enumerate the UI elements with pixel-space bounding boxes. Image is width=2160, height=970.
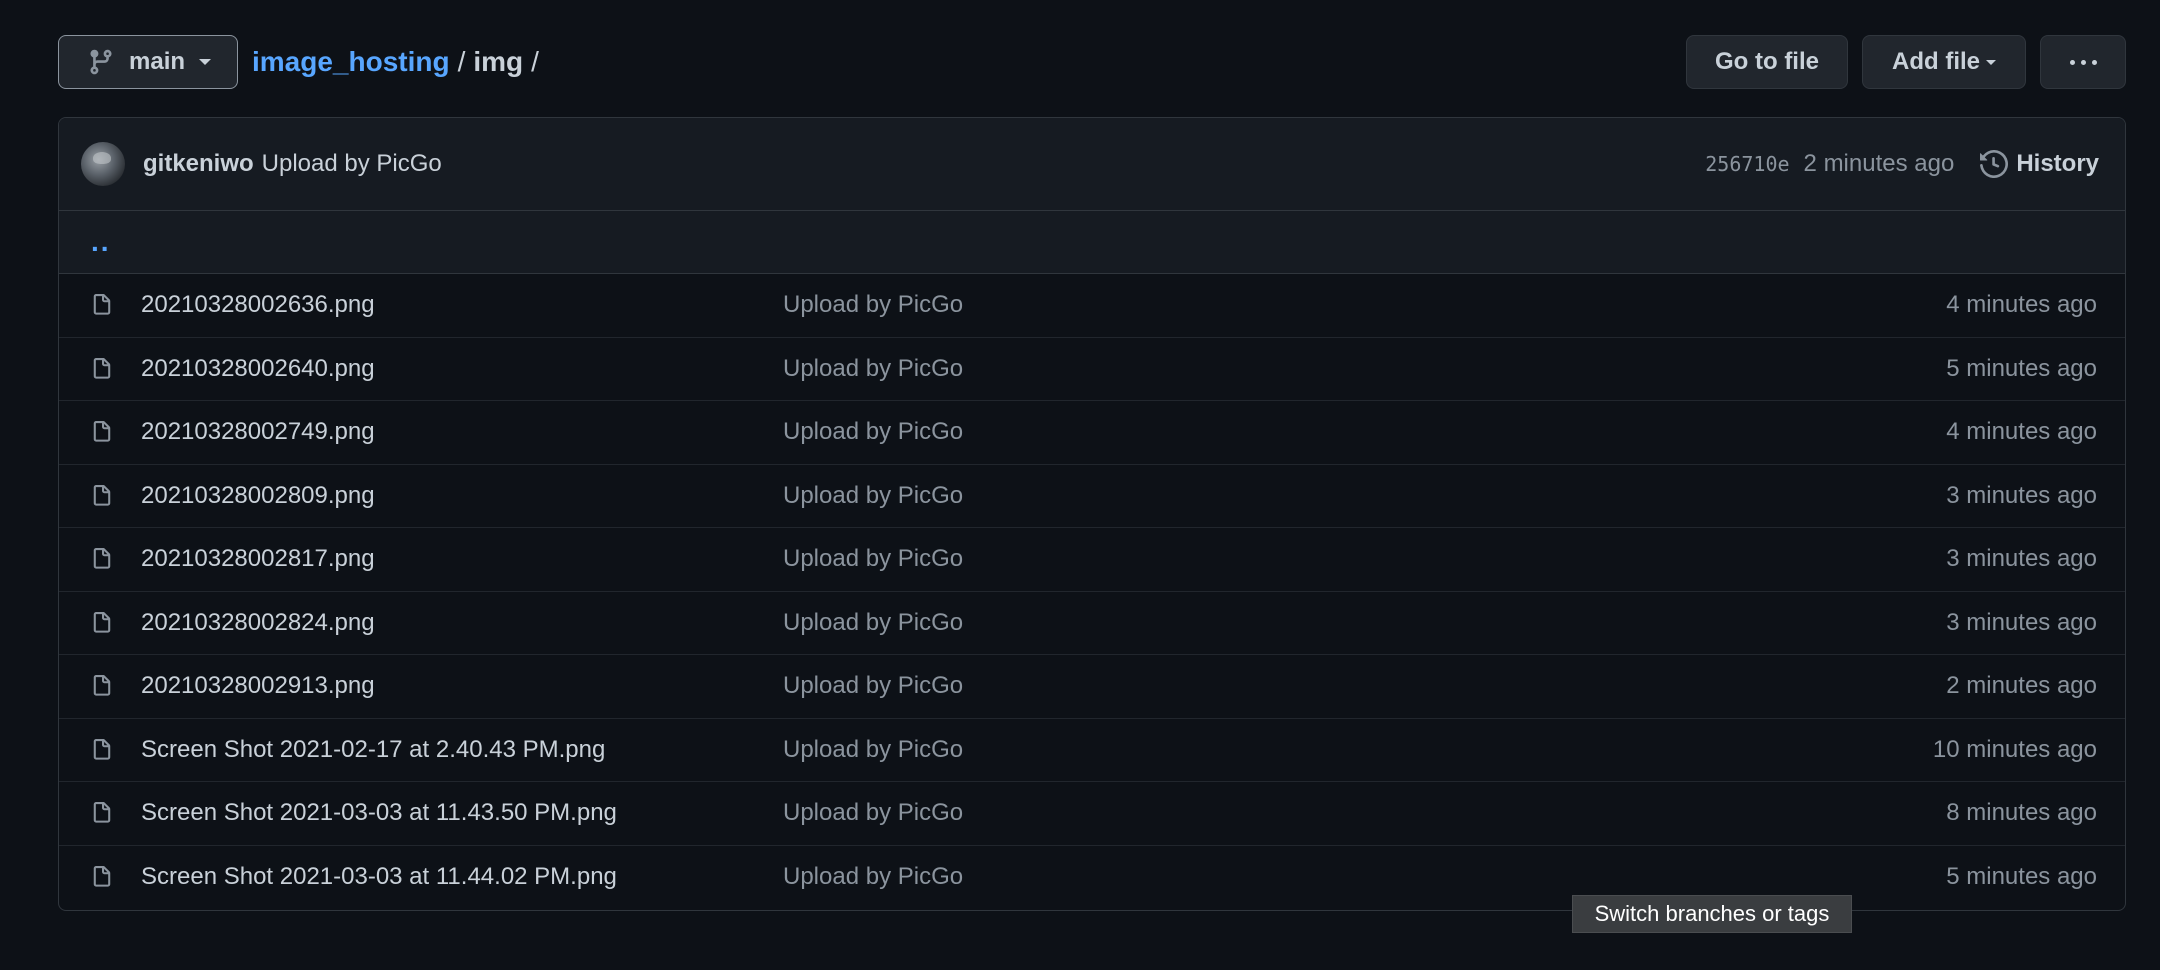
file-row[interactable]: Screen Shot 2021-02-17 at 2.40.43 PM.png… — [59, 719, 2125, 782]
file-name-link[interactable]: 20210328002913.png — [141, 672, 375, 700]
history-icon — [1980, 150, 2009, 178]
file-commit-time: 3 minutes ago — [1946, 545, 2097, 573]
tooltip: Switch branches or tags — [1572, 895, 1852, 933]
add-file-button[interactable]: Add file — [1862, 35, 2026, 89]
file-name-link[interactable]: Screen Shot 2021-02-17 at 2.40.43 PM.png — [141, 736, 605, 764]
file-commit-time: 4 minutes ago — [1946, 418, 2097, 446]
commit-message[interactable]: Upload by PicGo — [262, 150, 442, 178]
repo-topbar: main image_hosting / img / Go to file Ad… — [58, 34, 2126, 90]
file-name-link[interactable]: 20210328002817.png — [141, 545, 375, 573]
file-commit-time: 8 minutes ago — [1946, 799, 2097, 827]
file-name-link[interactable]: 20210328002640.png — [141, 355, 375, 383]
file-commit-message[interactable]: Upload by PicGo — [783, 482, 963, 510]
commit-sha[interactable]: 256710e — [1705, 152, 1789, 176]
file-row[interactable]: 20210328002824.png Upload by PicGo 3 minut… — [59, 592, 2125, 655]
branch-name: main — [129, 48, 186, 75]
avatar[interactable] — [81, 142, 125, 186]
file-browser: gitkeniwo Upload by PicGo 256710e 2 minu… — [58, 117, 2126, 911]
commit-time: 2 minutes ago — [1803, 150, 1955, 177]
commit-author[interactable]: gitkeniwo — [143, 150, 254, 178]
file-icon — [93, 866, 111, 887]
file-row[interactable]: Screen Shot 2021-03-03 at 11.43.50 PM.pn… — [59, 782, 2125, 846]
history-label: History — [2016, 150, 2099, 177]
file-icon — [93, 548, 111, 569]
file-commit-message[interactable]: Upload by PicGo — [783, 418, 963, 446]
breadcrumb: image_hosting / img / — [252, 46, 547, 78]
file-row[interactable]: 20210328002817.png Upload by PicGo 3 minut… — [59, 528, 2125, 592]
file-commit-time: 5 minutes ago — [1946, 354, 2097, 382]
file-commit-time: 2 minutes ago — [1946, 672, 2097, 700]
file-commit-time: 4 minutes ago — [1946, 291, 2097, 319]
file-list: 20210328002636.png Upload by PicGo 4 minut… — [59, 274, 2125, 909]
file-icon — [93, 802, 111, 823]
file-name-link[interactable]: Screen Shot 2021-03-03 at 11.43.50 PM.pn… — [141, 799, 617, 827]
file-commit-message[interactable]: Upload by PicGo — [783, 736, 963, 764]
file-name-link[interactable]: 20210328002824.png — [141, 609, 375, 637]
kebab-horizontal-icon — [2069, 59, 2097, 65]
breadcrumb-repo-link[interactable]: image_hosting — [252, 46, 450, 78]
file-name-link[interactable]: 20210328002749.png — [141, 418, 375, 446]
file-icon — [93, 484, 111, 506]
file-row[interactable]: 20210328002913.png Upload by PicGo 2 minut… — [59, 655, 2125, 719]
file-icon — [93, 738, 111, 760]
add-file-label: Add file — [1892, 48, 1980, 75]
git-branch-icon — [90, 49, 112, 75]
file-commit-message[interactable]: Upload by PicGo — [783, 545, 963, 573]
file-commit-message[interactable]: Upload by PicGo — [783, 355, 963, 383]
file-icon — [93, 611, 111, 633]
file-name-link[interactable]: 20210328002636.png — [141, 291, 375, 319]
breadcrumb-current-dir: img — [473, 46, 524, 77]
go-to-file-button[interactable]: Go to file — [1686, 35, 1848, 89]
file-commit-message[interactable]: Upload by PicGo — [783, 672, 963, 700]
file-icon — [93, 357, 111, 379]
chevron-down-icon — [199, 59, 212, 65]
file-row[interactable]: 20210328002809.png Upload by PicGo 3 minut… — [59, 465, 2125, 528]
go-to-file-label: Go to file — [1715, 48, 1819, 75]
file-row[interactable]: 20210328002749.png Upload by PicGo 4 minut… — [59, 401, 2125, 465]
file-commit-time: 10 minutes ago — [1932, 735, 2097, 763]
file-commit-message[interactable]: Upload by PicGo — [783, 291, 963, 319]
chevron-down-icon — [1986, 59, 1996, 65]
file-icon — [93, 421, 111, 442]
file-commit-time: 3 minutes ago — [1946, 608, 2097, 636]
file-name-link[interactable]: Screen Shot 2021-03-03 at 11.44.02 PM.pn… — [141, 863, 617, 891]
parent-directory-row[interactable]: .. — [59, 211, 2125, 274]
branch-selector-button[interactable]: main — [58, 35, 238, 89]
breadcrumb-separator: / — [457, 46, 466, 77]
more-options-button[interactable] — [2040, 35, 2126, 89]
history-link[interactable]: History — [1980, 150, 2099, 178]
latest-commit-bar: gitkeniwo Upload by PicGo 256710e 2 minu… — [59, 118, 2125, 211]
file-commit-message[interactable]: Upload by PicGo — [783, 799, 963, 827]
file-row[interactable]: 20210328002640.png Upload by PicGo 5 minut… — [59, 338, 2125, 401]
file-commit-time: 5 minutes ago — [1946, 863, 2097, 891]
file-icon — [93, 294, 111, 315]
file-commit-time: 3 minutes ago — [1946, 481, 2097, 509]
breadcrumb-separator: / — [531, 46, 539, 77]
file-row[interactable]: 20210328002636.png Upload by PicGo 4 minut… — [59, 274, 2125, 338]
file-name-link[interactable]: 20210328002809.png — [141, 482, 375, 510]
file-icon — [93, 675, 111, 696]
file-commit-message[interactable]: Upload by PicGo — [783, 609, 963, 637]
parent-directory-link[interactable]: .. — [91, 226, 111, 258]
file-commit-message[interactable]: Upload by PicGo — [783, 863, 963, 891]
